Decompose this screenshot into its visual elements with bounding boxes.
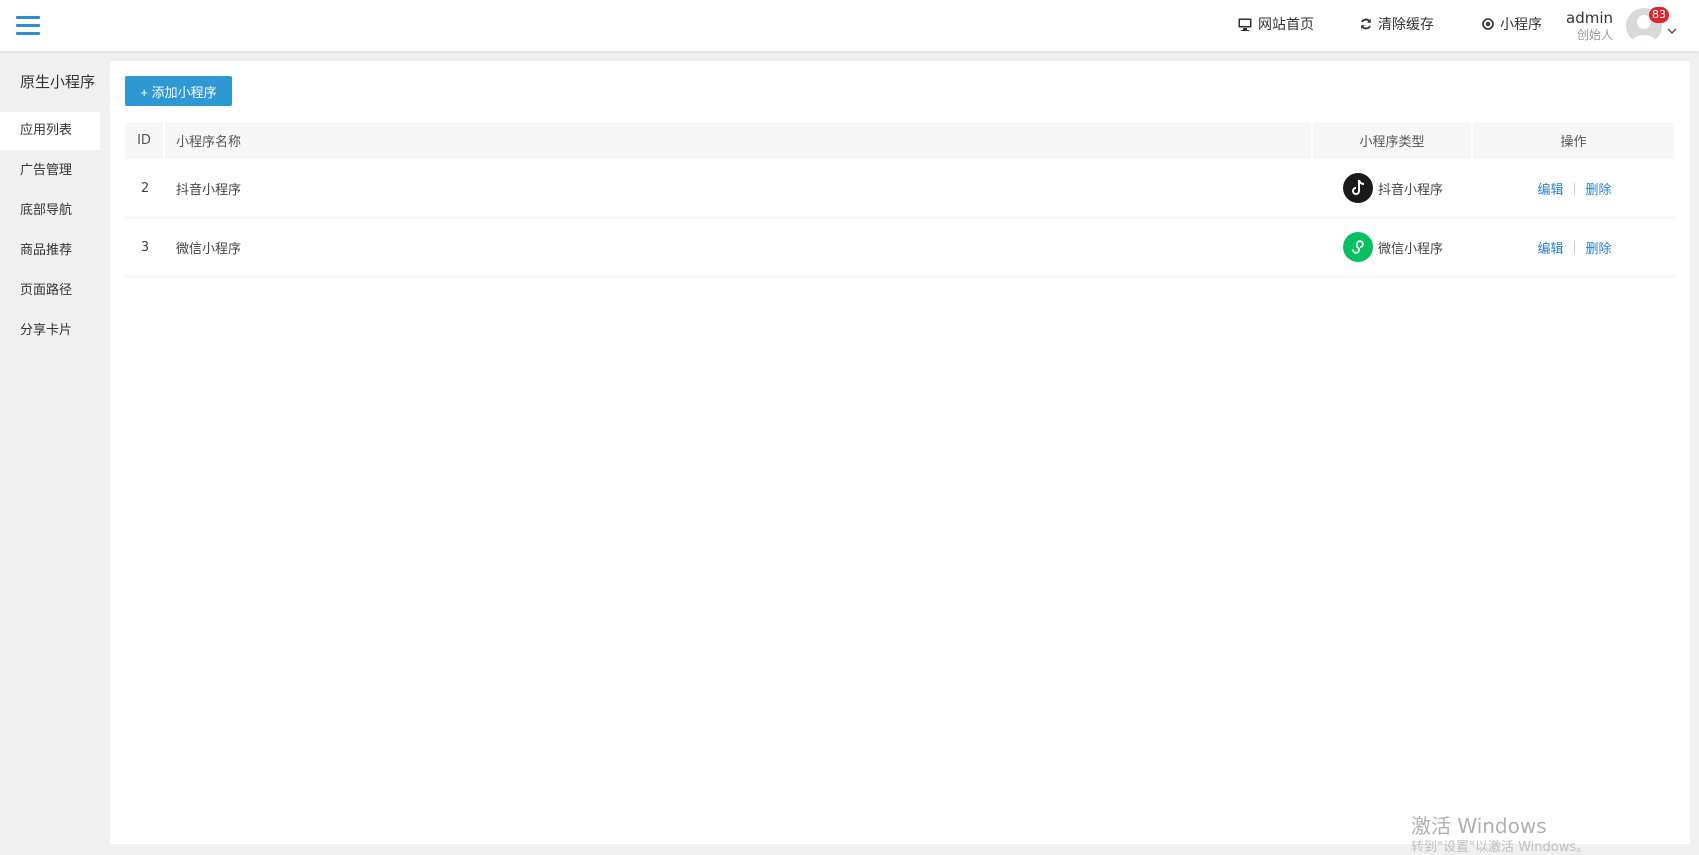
sidebar-item-bottom-nav[interactable]: 底部导航 bbox=[0, 192, 100, 230]
row-name: 微信小程序 bbox=[176, 241, 242, 257]
col-id: ID bbox=[125, 122, 165, 159]
table-header: ID 小程序名称 小程序类型 操作 bbox=[125, 122, 1676, 159]
delete-link[interactable]: 删除 bbox=[1586, 238, 1612, 257]
sidebar: 原生小程序 应用列表 广告管理 底部导航 商品推荐 页面路径 分享卡片 bbox=[0, 51, 100, 844]
nav-miniprogram[interactable]: 小程序 bbox=[1482, 0, 1542, 48]
row-actions: 编辑 | 删除 bbox=[1473, 159, 1676, 217]
edit-link[interactable]: 编辑 bbox=[1537, 238, 1563, 257]
row-type-label: 微信小程序 bbox=[1377, 241, 1443, 257]
notification-badge: 83 bbox=[1649, 7, 1669, 23]
row-type: 抖音小程序 bbox=[1313, 159, 1473, 217]
chevron-down-icon[interactable] bbox=[1667, 20, 1677, 39]
sidebar-title: 原生小程序 bbox=[20, 73, 96, 91]
windows-activation-watermark: 激活 Windows bbox=[1411, 814, 1547, 838]
table-row: 3 微信小程序 微信小程序 编辑 | 删除 bbox=[125, 218, 1676, 277]
compass-icon bbox=[1482, 18, 1494, 30]
row-actions: 编辑 | 删除 bbox=[1473, 218, 1676, 276]
nav-clear-cache-label: 清除缓存 bbox=[1378, 17, 1434, 33]
nav-clear-cache[interactable]: 清除缓存 bbox=[1360, 0, 1434, 48]
sidebar-item-app-list[interactable]: 应用列表 bbox=[0, 112, 100, 150]
hamburger-icon[interactable] bbox=[16, 16, 40, 36]
row-id: 3 bbox=[140, 239, 150, 255]
nav-miniprogram-label: 小程序 bbox=[1500, 17, 1542, 33]
nav-site-home-label: 网站首页 bbox=[1258, 17, 1314, 33]
sidebar-item-product-recommend[interactable]: 商品推荐 bbox=[0, 232, 100, 270]
sidebar-item-share-card[interactable]: 分享卡片 bbox=[0, 312, 100, 350]
delete-link[interactable]: 删除 bbox=[1586, 179, 1612, 198]
miniprogram-table: ID 小程序名称 小程序类型 操作 2 抖音小程序 抖音小程序 编辑 | 删除 … bbox=[125, 122, 1676, 277]
row-id: 2 bbox=[140, 180, 150, 196]
sidebar-item-page-path[interactable]: 页面路径 bbox=[0, 272, 100, 310]
edit-link[interactable]: 编辑 bbox=[1537, 179, 1563, 198]
windows-activation-watermark-sub: 转到"设置"以激活 Windows。 bbox=[1411, 840, 1590, 855]
action-divider: | bbox=[1572, 181, 1577, 195]
add-miniprogram-button[interactable]: + 添加小程序 bbox=[125, 76, 232, 106]
main-content: + 添加小程序 ID 小程序名称 小程序类型 操作 2 抖音小程序 抖音小程序 … bbox=[110, 61, 1690, 844]
row-type-label: 抖音小程序 bbox=[1377, 182, 1443, 198]
refresh-icon bbox=[1360, 18, 1372, 30]
col-name: 小程序名称 bbox=[165, 122, 1313, 159]
table-row: 2 抖音小程序 抖音小程序 编辑 | 删除 bbox=[125, 159, 1676, 218]
nav-site-home[interactable]: 网站首页 bbox=[1238, 0, 1314, 48]
sidebar-item-ads[interactable]: 广告管理 bbox=[0, 152, 100, 190]
user-name: admin bbox=[1566, 9, 1613, 27]
col-type: 小程序类型 bbox=[1313, 122, 1473, 159]
row-type: 微信小程序 bbox=[1313, 218, 1473, 276]
top-bar: 网站首页 清除缓存 小程序 admin 创始人 83 bbox=[0, 0, 1699, 51]
user-role: 创始人 bbox=[1576, 28, 1613, 42]
user-info[interactable]: admin 创始人 bbox=[1566, 9, 1613, 43]
wechat-miniprogram-icon bbox=[1342, 232, 1373, 262]
monitor-icon bbox=[1238, 18, 1252, 31]
col-actions: 操作 bbox=[1473, 122, 1676, 159]
row-name: 抖音小程序 bbox=[176, 182, 242, 198]
tiktok-icon bbox=[1342, 173, 1373, 203]
action-divider: | bbox=[1572, 240, 1577, 254]
